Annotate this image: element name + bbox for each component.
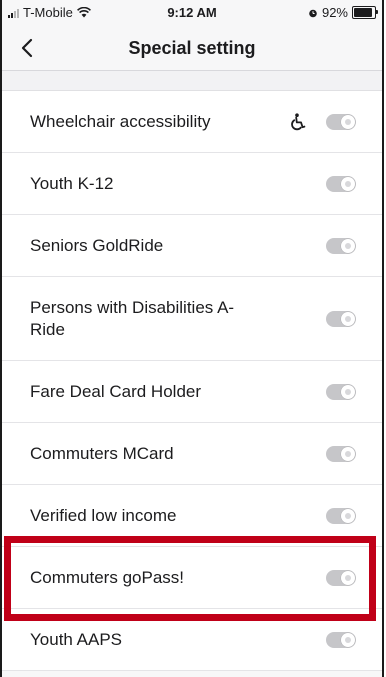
setting-row-commuters-mcard: Commuters MCard (2, 423, 382, 485)
youth-aaps-toggle[interactable] (326, 631, 356, 648)
setting-row-youth-aaps: Youth AAPS (2, 609, 382, 671)
section-spacer (2, 71, 382, 90)
fare-deal-card-holder-toggle[interactable] (326, 383, 356, 400)
seniors-goldride-toggle[interactable] (326, 237, 356, 254)
setting-label: Persons with Disabilities A-Ride (30, 297, 235, 339)
nav-bar: Special setting (2, 26, 382, 71)
setting-label: Youth AAPS (30, 629, 123, 649)
setting-label: Youth K-12 (30, 173, 114, 193)
settings-list: Wheelchair accessibility Youth K-12 Seni… (2, 90, 382, 671)
setting-row-persons-with-disabilities: Persons with Disabilities A-Ride (2, 277, 382, 361)
setting-row-commuters-gopass: Commuters goPass! (2, 547, 382, 609)
status-right: 92% (308, 5, 378, 20)
setting-row-wheelchair-accessibility: Wheelchair accessibility (2, 91, 382, 153)
setting-label: Seniors GoldRide (30, 235, 164, 255)
wheelchair-accessibility-toggle[interactable] (326, 113, 356, 130)
commuters-gopass-toggle[interactable] (326, 569, 356, 586)
setting-label: Fare Deal Card Holder (30, 381, 202, 401)
setting-row-fare-deal-card-holder: Fare Deal Card Holder (2, 361, 382, 423)
persons-with-disabilities-toggle[interactable] (326, 310, 356, 327)
setting-label: Verified low income (30, 505, 177, 525)
youth-k12-toggle[interactable] (326, 175, 356, 192)
status-bar: T-Mobile 9:12 AM 92% (2, 0, 382, 26)
page-title: Special setting (128, 38, 256, 58)
alarm-icon (309, 9, 317, 17)
setting-row-verified-low-income: Verified low income (2, 485, 382, 547)
verified-low-income-toggle[interactable] (326, 507, 356, 524)
battery-percent: 92% (321, 5, 348, 20)
setting-row-youth-k12: Youth K-12 (2, 153, 382, 215)
setting-row-seniors-goldride: Seniors GoldRide (2, 215, 382, 277)
battery-fill (354, 8, 373, 17)
commuters-mcard-toggle[interactable] (326, 445, 356, 462)
battery-icon (352, 6, 378, 19)
setting-label: Commuters MCard (30, 443, 174, 463)
phone-screen: T-Mobile 9:12 AM 92% Special setting Whe… (0, 0, 384, 677)
setting-label: Commuters goPass! (30, 567, 184, 587)
wheelchair-icon (291, 112, 306, 130)
setting-label: Wheelchair accessibility (30, 111, 211, 131)
